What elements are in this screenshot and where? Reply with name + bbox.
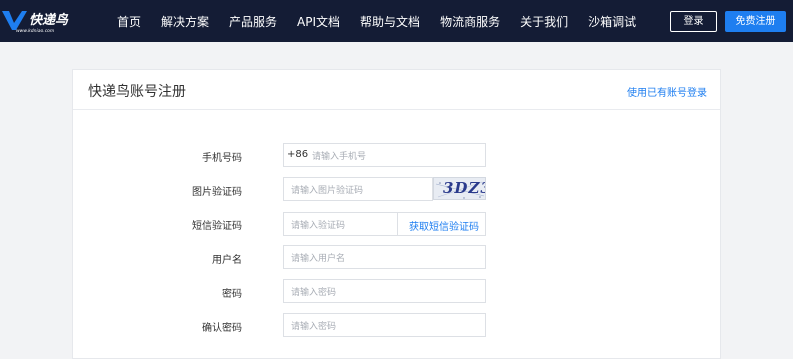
main-nav: 首页 解决方案 产品服务 API文档 帮助与文档 物流商服务 关于我们 沙箱调试 [117,0,656,42]
free-register-button[interactable]: 免费注册 [725,11,786,32]
confirm-password-label: 确认密码 [202,323,242,334]
logo-brand-text: 快递鸟 [29,12,69,28]
nav-item-help[interactable]: 帮助与文档 [360,13,420,30]
logo-url-text: www.kdniao.com [16,28,55,34]
nav-item-api-docs[interactable]: API文档 [297,13,340,30]
sms-code-input[interactable] [284,215,396,237]
username-input[interactable] [284,248,485,270]
nav-item-about[interactable]: 关于我们 [520,13,568,30]
confirm-password-input[interactable] [284,316,485,338]
page-title: 快递鸟账号注册 [88,84,186,100]
sms-code-label: 短信验证码 [192,221,242,232]
nav-item-carrier-services[interactable]: 物流商服务 [440,13,500,30]
phone-label: 手机号码 [202,153,242,164]
top-navbar: 快递鸟 www.kdniao.com 首页 解决方案 产品服务 API文档 帮助… [0,0,793,42]
nav-item-products[interactable]: 产品服务 [229,13,277,30]
username-label: 用户名 [212,255,242,266]
password-input[interactable] [284,282,485,304]
image-captcha-field [283,177,433,202]
phone-input[interactable] [284,146,485,168]
existing-account-login-link[interactable]: 使用已有账号登录 [627,84,707,99]
sms-divider [397,212,398,236]
image-captcha-input[interactable] [284,180,432,202]
captcha-image[interactable]: 3DZ3 [433,177,486,200]
country-code-prefix: +86 [287,149,309,160]
username-field [283,245,486,270]
password-field [283,279,486,304]
confirm-password-field [283,313,486,338]
kdniao-logo[interactable]: 快递鸟 www.kdniao.com [2,8,72,34]
nav-item-solutions[interactable]: 解决方案 [161,13,209,30]
logo-graphic: 快递鸟 www.kdniao.com [2,11,69,34]
nav-item-home[interactable]: 首页 [117,13,141,30]
get-sms-code-button[interactable]: 获取短信验证码 [409,218,479,233]
nav-item-sandbox[interactable]: 沙箱调试 [588,13,636,30]
image-captcha-label: 图片验证码 [192,187,242,198]
captcha-code: 3DZ3 [443,179,485,197]
card-header: 快递鸟账号注册 使用已有账号登录 [73,70,720,110]
phone-field: +86 [283,143,486,168]
password-label: 密码 [222,289,242,300]
login-button[interactable]: 登录 [670,11,717,32]
